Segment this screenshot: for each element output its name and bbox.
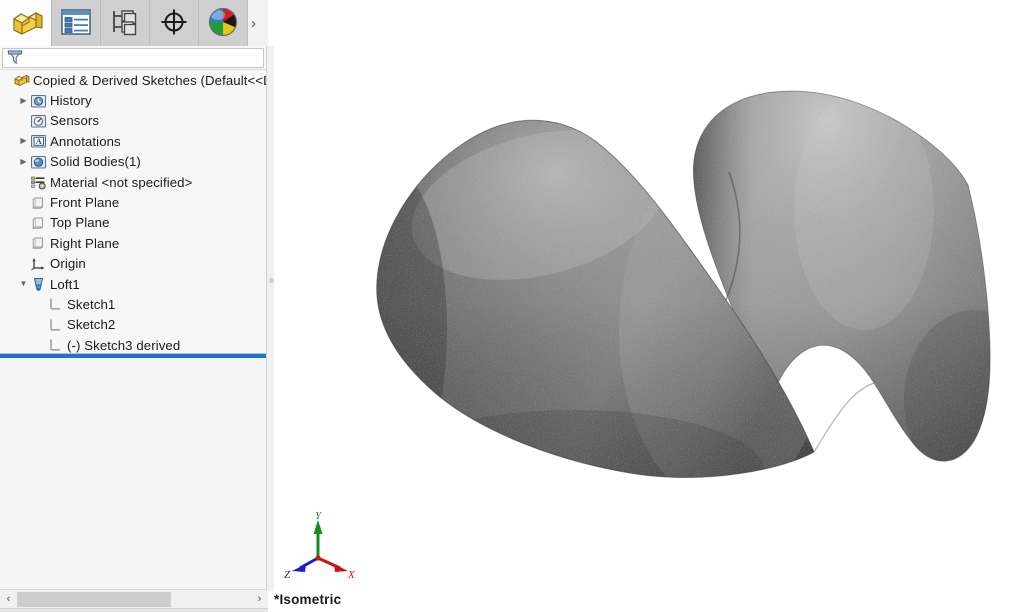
- tab-configuration-manager[interactable]: [101, 0, 150, 46]
- part-document-icon: [13, 72, 30, 88]
- loft-feature-icon: [30, 276, 47, 292]
- color-sphere-icon: [207, 6, 239, 41]
- triad-z-label: Z: [284, 569, 291, 581]
- tree-row-root[interactable]: ▶ Copied & Derived Sketches (Default<<De…: [0, 70, 266, 90]
- origin-axes-icon: [30, 256, 47, 272]
- tab-overflow-chevron-icon[interactable]: ›: [248, 0, 268, 46]
- tree-item-label: History: [50, 93, 92, 109]
- tab-property-manager[interactable]: [52, 0, 101, 46]
- tree-row[interactable]: ▶ Sketch1: [0, 294, 266, 314]
- design-tree[interactable]: ▶ Copied & Derived Sketches (Default<<De…: [0, 70, 266, 353]
- tree-item-label: Front Plane: [50, 195, 120, 211]
- material-icon: [30, 174, 47, 190]
- tree-indent-spacer: ▶: [17, 178, 30, 186]
- filter-funnel-icon: [6, 48, 24, 69]
- tree-empty-area: [0, 358, 266, 589]
- triad-y-label: Y: [315, 512, 323, 522]
- scroll-left-arrow-icon[interactable]: ‹: [0, 591, 17, 608]
- tree-filter-row: [0, 46, 268, 70]
- chevron-right-icon[interactable]: ▶: [17, 96, 30, 105]
- tree-filter-input[interactable]: [24, 50, 263, 66]
- tree-item-label: Sketch2: [67, 317, 116, 333]
- scroll-right-arrow-icon[interactable]: ›: [251, 591, 268, 608]
- history-folder-icon: [30, 93, 47, 109]
- tree-indent-spacer: ▶: [17, 117, 30, 125]
- part-cube-icon: [9, 7, 43, 40]
- tree-indent-spacer: ▶: [17, 260, 30, 268]
- tree-indent-spacer: ▶: [17, 219, 30, 227]
- tree-row[interactable]: ▶ A Annotations: [0, 131, 266, 151]
- tree-item-label: Annotations: [50, 133, 121, 149]
- tree-item-label: Copied & Derived Sketches (Default<<Defa: [33, 72, 266, 88]
- tree-item-label: Material <not specified>: [50, 174, 193, 190]
- tab-dimxpert-manager[interactable]: [150, 0, 199, 46]
- plane-icon: [30, 215, 47, 231]
- manager-tab-strip: ›: [0, 0, 268, 47]
- tree-indent-spacer: ▶: [0, 76, 13, 84]
- tree-indent-spacer: ▶: [17, 199, 30, 207]
- scroll-thumb[interactable]: [17, 591, 172, 607]
- tree-indent-spacer: ▶: [17, 239, 30, 247]
- configuration-tree-icon: [110, 8, 140, 39]
- tree-row[interactable]: ▶ Material <not specified>: [0, 172, 266, 192]
- tree-item-label: Origin: [50, 256, 86, 272]
- tree-item-label: (-) Sketch3 derived: [67, 337, 181, 353]
- svg-text:A: A: [36, 136, 43, 146]
- annotations-folder-icon: A: [30, 133, 47, 149]
- tree-item-label: Sensors: [50, 113, 100, 129]
- tree-row[interactable]: ▶ Origin: [0, 254, 266, 274]
- tree-row[interactable]: ▶ Front Plane: [0, 192, 266, 212]
- tree-filter-box[interactable]: [2, 48, 264, 68]
- tree-item-label: Loft1: [50, 276, 80, 292]
- sketch-icon: [47, 296, 64, 312]
- lofted-solid-body[interactable]: [274, 0, 1024, 611]
- tree-item-label: Solid Bodies(1): [50, 154, 141, 170]
- chevron-right-icon[interactable]: ▶: [17, 137, 30, 145]
- chevron-down-icon[interactable]: ▼: [17, 280, 30, 288]
- tab-display-manager[interactable]: [199, 0, 248, 46]
- plane-icon: [30, 195, 47, 211]
- sketch-icon: [47, 337, 64, 353]
- sensors-folder-icon: [30, 113, 47, 129]
- tab-feature-manager[interactable]: [0, 0, 52, 46]
- sketch-icon: [47, 317, 64, 333]
- graphics-viewport[interactable]: Y X Z *Isometric: [274, 0, 1024, 611]
- tree-row[interactable]: ▶ Top Plane: [0, 213, 266, 233]
- tree-row[interactable]: ▶ Sketch2: [0, 315, 266, 335]
- tree-item-label: Sketch1: [67, 296, 116, 312]
- panel-bottom-edge: [0, 608, 268, 612]
- crosshair-target-icon: [158, 7, 190, 40]
- tree-indent-spacer: ▶: [34, 341, 47, 349]
- tree-indent-spacer: ▶: [34, 300, 47, 308]
- scroll-track[interactable]: [17, 590, 251, 608]
- tree-row[interactable]: ▶ Sensors: [0, 111, 266, 131]
- tree-row[interactable]: ▼ Loft1: [0, 274, 266, 294]
- plane-icon: [30, 235, 47, 251]
- tree-row[interactable]: ▶ (-) Sketch3 derived: [0, 335, 266, 353]
- tree-item-label: Right Plane: [50, 235, 120, 251]
- property-list-icon: [60, 8, 92, 39]
- view-orientation-triad: Y X Z: [284, 512, 356, 581]
- tree-row[interactable]: ▶ Solid Bodies(1): [0, 152, 266, 172]
- feature-manager-panel: › ▶ Copied & Derived Sketches (Default<<…: [0, 0, 268, 612]
- tree-item-label: Top Plane: [50, 215, 110, 231]
- triad-x-label: X: [347, 569, 356, 581]
- tree-indent-spacer: ▶: [34, 321, 47, 329]
- view-orientation-label: *Isometric: [274, 592, 342, 607]
- tree-row[interactable]: ▶ History: [0, 90, 266, 110]
- chevron-right-icon[interactable]: ▶: [17, 157, 30, 166]
- tree-horizontal-scrollbar[interactable]: ‹ ›: [0, 589, 268, 608]
- solid-bodies-folder-icon: [30, 154, 47, 170]
- tree-row[interactable]: ▶ Right Plane: [0, 233, 266, 253]
